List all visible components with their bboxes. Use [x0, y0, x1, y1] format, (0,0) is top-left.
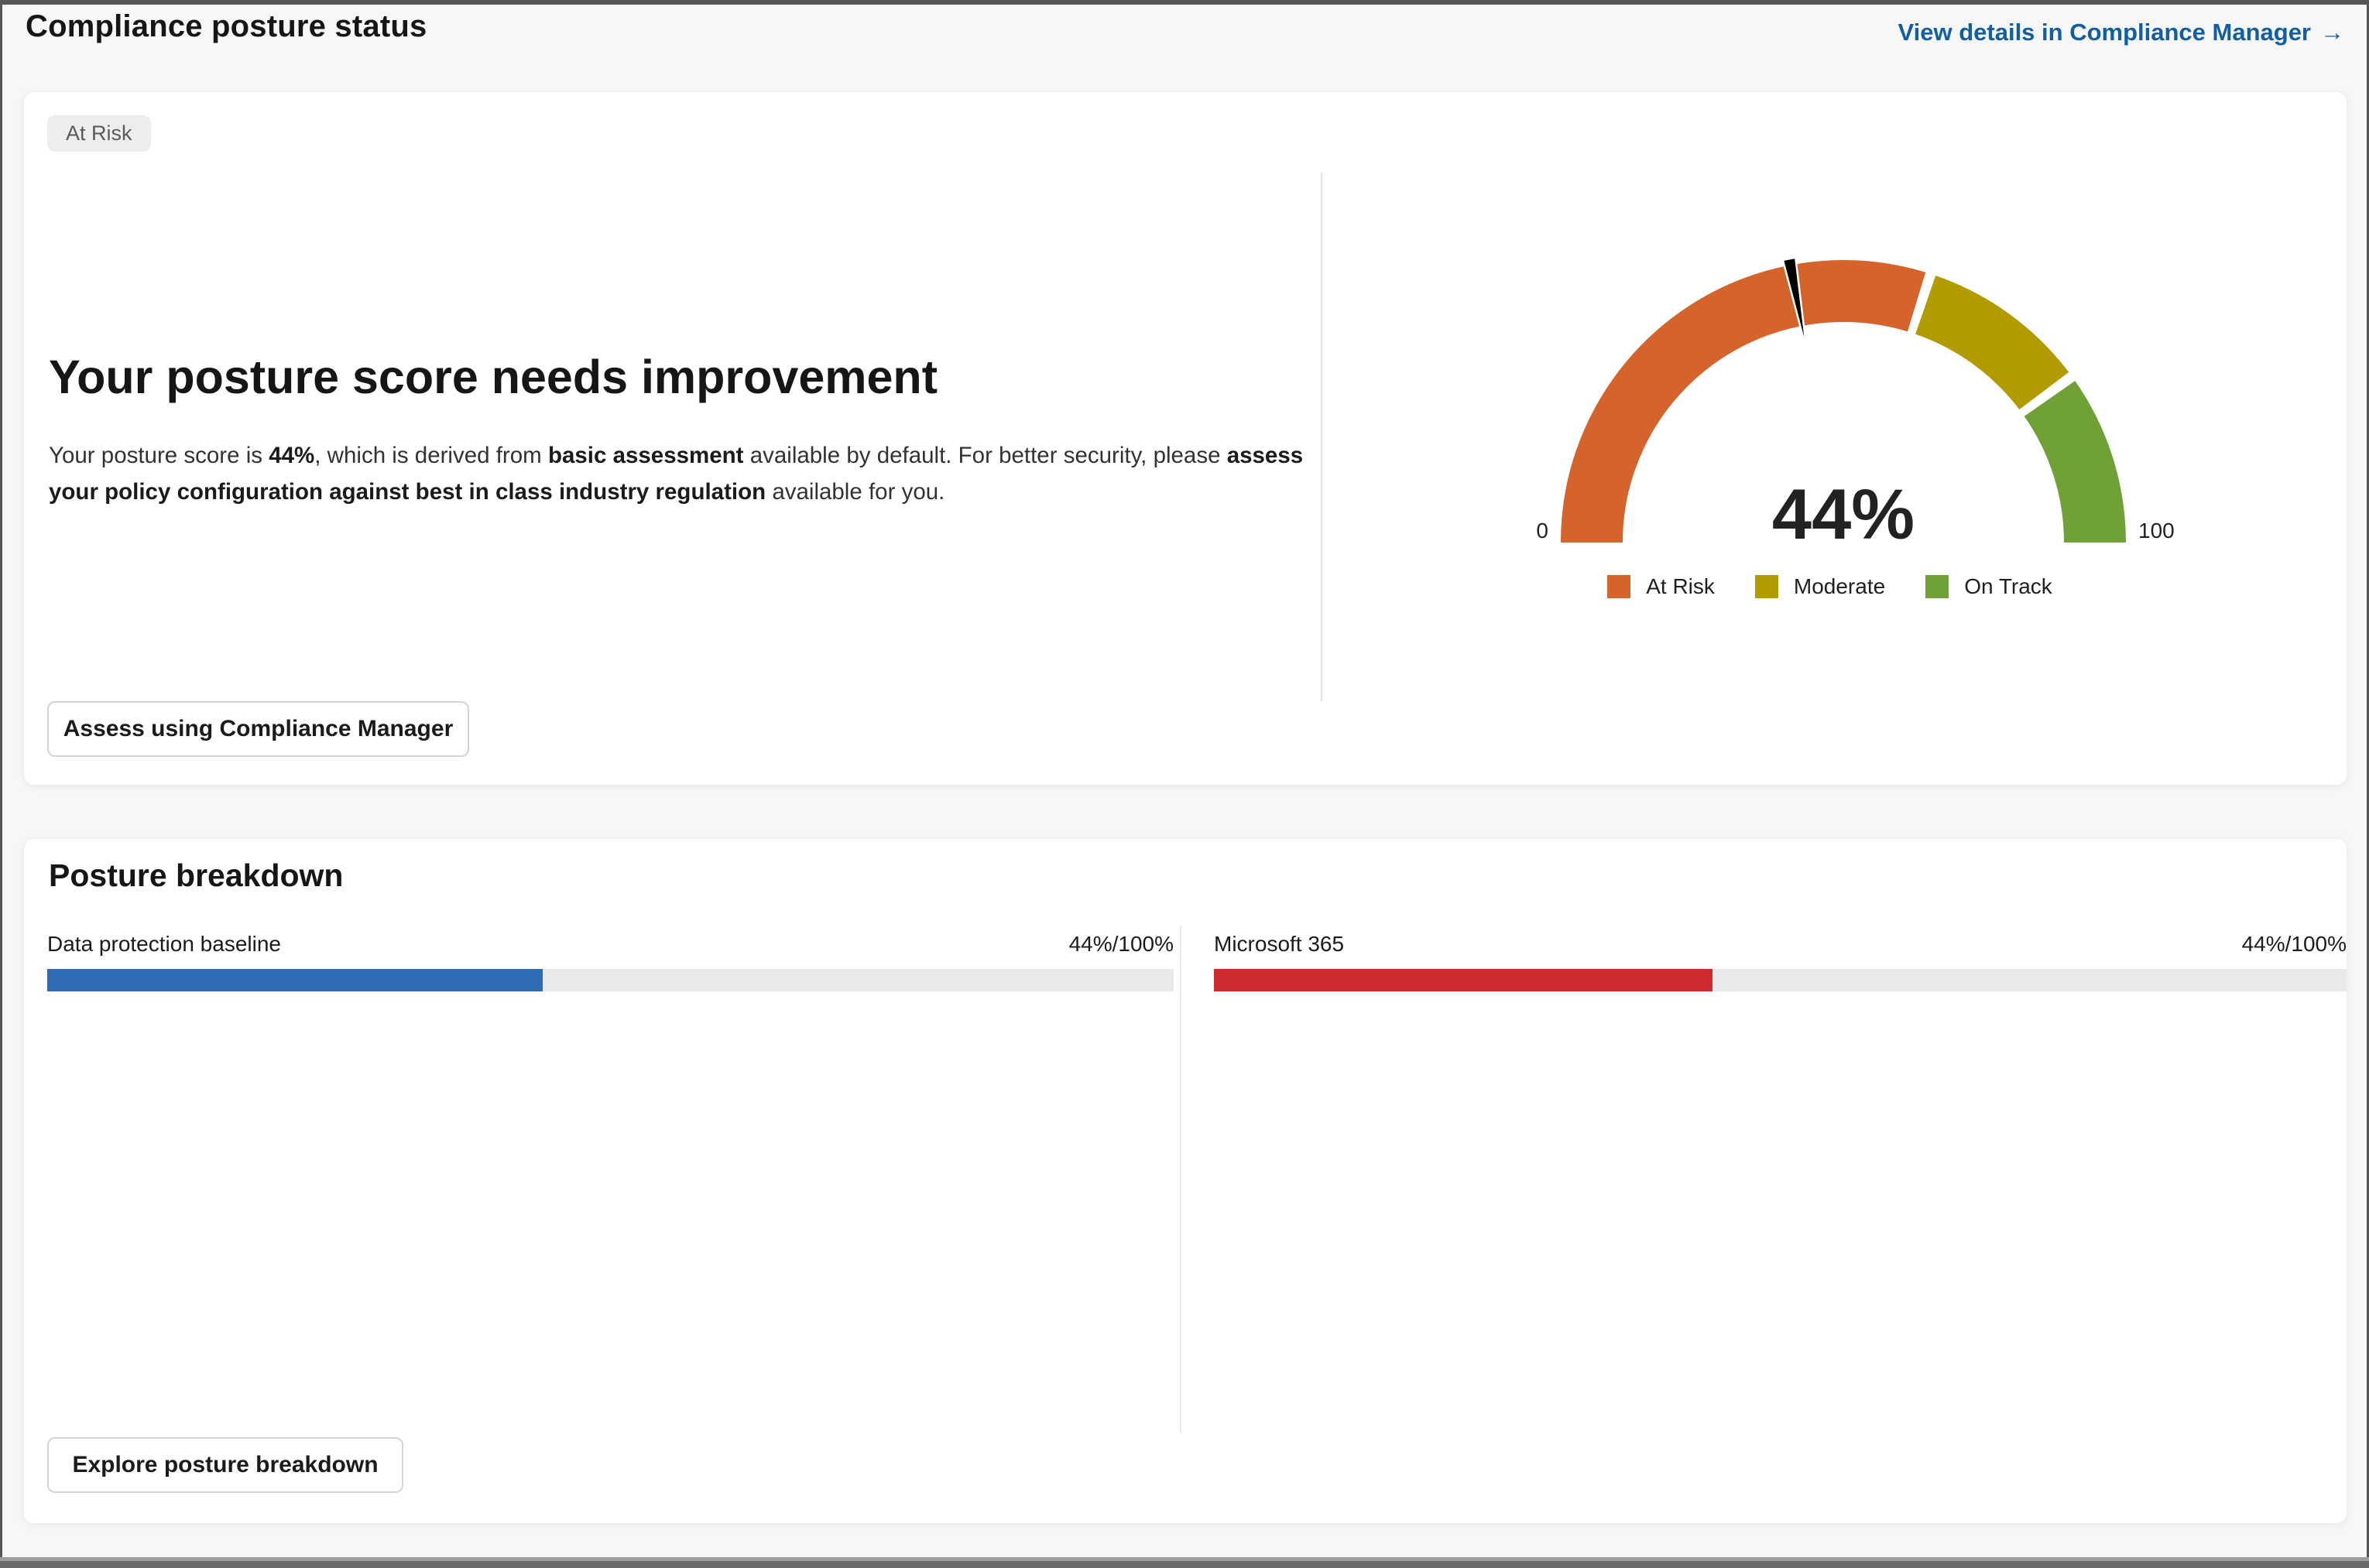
body-text-segment: available for you. — [766, 479, 945, 505]
breakdown-column-right: Microsoft 365 44%/100% — [1214, 926, 2347, 991]
legend-item: At Risk — [1607, 574, 1715, 599]
progress-bar-fill — [1214, 969, 1712, 991]
vertical-divider — [1321, 173, 1322, 701]
body-text-segment: Your posture score is — [49, 443, 269, 468]
posture-breakdown-card: Posture breakdown Data protection baseli… — [23, 838, 2347, 1524]
body-text-segment: basic assessment — [548, 443, 744, 468]
assess-button[interactable]: Assess using Compliance Manager — [47, 701, 469, 757]
breakdown-heading: Posture breakdown — [49, 858, 343, 894]
legend-swatch — [1607, 575, 1630, 598]
column-divider — [1180, 926, 1181, 1433]
legend-swatch — [1925, 575, 1949, 598]
legend-item: Moderate — [1755, 574, 1885, 599]
page-title: Compliance posture status — [26, 9, 427, 44]
posture-description: Your posture score is 44%, which is deri… — [49, 437, 1307, 510]
legend-label: Moderate — [1794, 574, 1885, 599]
progress-bar-track — [47, 969, 1174, 991]
legend-swatch — [1755, 575, 1778, 598]
gauge-segment — [2050, 399, 2096, 543]
status-badge: At Risk — [47, 115, 151, 152]
posture-heading: Your posture score needs improvement — [49, 350, 938, 404]
progress-bar-fill — [47, 969, 543, 991]
legend-label: On Track — [1964, 574, 2052, 599]
body-text-segment: available by default. For better securit… — [744, 443, 1227, 468]
posture-status-card: At Risk Your posture score needs improve… — [23, 91, 2347, 786]
arrow-right-icon: → — [2320, 19, 2344, 46]
view-details-link-label: View details in Compliance Manager — [1898, 19, 2311, 46]
gauge-value: 44% — [1772, 475, 1915, 554]
window-bottom-border-dark — [0, 1561, 2369, 1568]
gauge-min-label: 0 — [1536, 519, 1548, 543]
posture-gauge: 0 100 44% — [1495, 183, 2192, 562]
compliance-posture-page: Compliance posture status View details i… — [0, 0, 2369, 1568]
gauge-segment — [1925, 305, 2044, 391]
bar-value: 44%/100% — [1069, 932, 1174, 957]
legend-item: On Track — [1925, 574, 2052, 599]
bar-label: Data protection baseline — [47, 932, 281, 957]
gauge-legend: At Risk Moderate On Track — [1321, 574, 2339, 599]
bar-label: Microsoft 365 — [1214, 932, 1344, 957]
progress-bar-track — [1214, 969, 2347, 991]
gauge-max-label: 100 — [2138, 519, 2175, 543]
explore-button[interactable]: Explore posture breakdown — [47, 1437, 403, 1493]
body-text-segment: , which is derived from — [314, 443, 548, 468]
body-text-segment: 44% — [269, 443, 314, 468]
legend-label: At Risk — [1646, 574, 1715, 599]
bar-value: 44%/100% — [2242, 932, 2347, 957]
breakdown-column-left: Data protection baseline 44%/100% — [47, 926, 1174, 991]
view-details-link[interactable]: View details in Compliance Manager → — [1898, 19, 2344, 46]
